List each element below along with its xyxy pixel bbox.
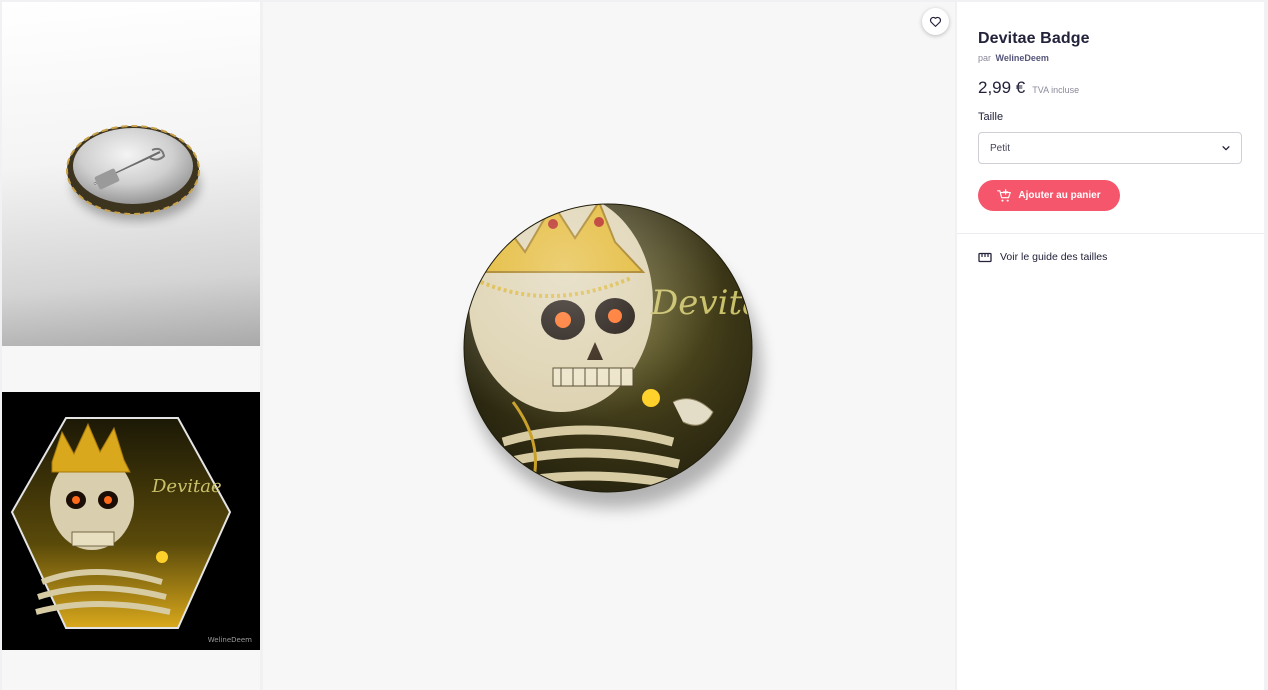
heart-icon xyxy=(929,16,942,27)
product-price: 2,99 € xyxy=(978,78,1026,97)
tax-note: TVA incluse xyxy=(1032,85,1080,95)
panel-divider xyxy=(957,233,1264,234)
main-product-image[interactable]: Devitae xyxy=(263,2,955,690)
size-guide-link[interactable]: Voir le guide des tailles xyxy=(978,251,1107,263)
chevron-down-icon xyxy=(1222,146,1230,151)
add-to-cart-label: Ajouter au panier xyxy=(1018,190,1101,201)
price-row: 2,99 € TVA incluse xyxy=(978,78,1079,98)
artist-byline: par WelineDeem xyxy=(978,53,1049,63)
ruler-icon xyxy=(978,252,992,262)
size-label: Taille xyxy=(978,111,1004,123)
badge-back-image xyxy=(66,125,200,221)
thumbnail-gallery: Devitae WelineDeem xyxy=(2,2,260,690)
product-title: Devitae Badge xyxy=(978,30,1090,47)
artwork-watermark: WelineDeem xyxy=(207,636,252,644)
add-to-cart-button[interactable]: Ajouter au panier xyxy=(978,180,1120,211)
size-selected-value: Petit xyxy=(990,142,1011,154)
thumbnail-artwork[interactable]: Devitae WelineDeem xyxy=(2,392,260,650)
size-guide-label: Voir le guide des tailles xyxy=(1000,251,1108,263)
thumbnail-badge-back[interactable] xyxy=(2,2,260,346)
cart-plus-icon xyxy=(997,188,1012,202)
badge-front-image: Devitae xyxy=(463,203,761,508)
size-select[interactable]: Petit xyxy=(978,132,1242,164)
favorite-button[interactable] xyxy=(922,8,949,35)
artwork-signature: Devitae xyxy=(151,476,222,497)
artwork-image: Devitae xyxy=(10,417,232,629)
artist-link[interactable]: WelineDeem xyxy=(996,53,1049,63)
byline-prefix: par xyxy=(978,53,992,63)
product-details-panel: Devitae Badge par WelineDeem 2,99 € TVA … xyxy=(957,2,1264,690)
